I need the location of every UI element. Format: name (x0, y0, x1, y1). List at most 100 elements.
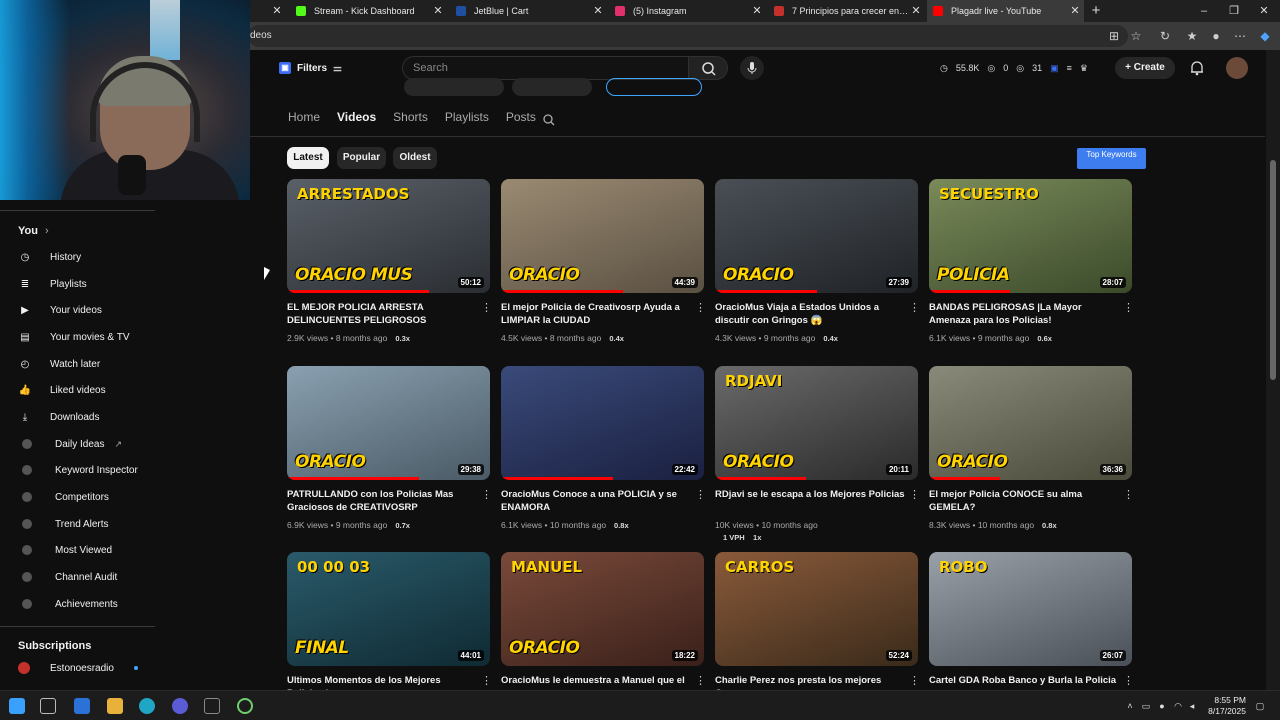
video-title[interactable]: Cartel GDA Roba Banco y Burla la Policia (929, 674, 1119, 687)
video-card[interactable]: MANUEL ORACIO 18:22 OracioMus le demuestra … (501, 552, 706, 687)
manage-videos-button[interactable] (512, 78, 592, 96)
sidebar-item-your-videos[interactable]: ▶ Your videos (18, 299, 154, 321)
video-title[interactable]: El mejor Policia de Creativosrp Ayuda a … (501, 301, 691, 327)
sidebar-item-movies[interactable]: ▤ Your movies & TV (18, 326, 154, 348)
tab-shorts[interactable]: Shorts (393, 110, 428, 132)
sidebar-item-most-viewed[interactable]: Most Viewed (18, 539, 154, 561)
notification-icon[interactable]: ▢ (1254, 700, 1266, 712)
search-input[interactable]: Search (402, 56, 688, 80)
trophy-icon[interactable]: ♛ (1080, 63, 1088, 74)
close-icon[interactable]: ✕ (750, 4, 764, 18)
more-icon[interactable]: ⋯ (1232, 28, 1248, 44)
video-card[interactable]: ROBO 26:07 Cartel GDA Roba Banco y Burla l… (929, 552, 1134, 687)
more-vert-icon[interactable]: ⋮ (481, 303, 492, 314)
chip-latest[interactable]: Latest (287, 147, 329, 169)
video-card[interactable]: RDJAVI ORACIO 20:11 RDjavi se le escapa a l… (715, 366, 920, 542)
favorites-icon[interactable]: ★ (1184, 28, 1200, 44)
video-thumbnail[interactable]: ORACIO 36:36 (929, 366, 1132, 480)
video-card[interactable]: ARRESTADOS ORACIO MUS 50:12 EL MEJOR POLICI… (287, 179, 492, 343)
scrollbar[interactable] (1266, 50, 1280, 690)
close-icon[interactable]: ✕ (1068, 4, 1082, 18)
video-thumbnail[interactable]: MANUEL ORACIO 18:22 (501, 552, 704, 666)
more-vert-icon[interactable]: ⋮ (481, 676, 492, 687)
top-keywords-button[interactable]: Top Keywords (1077, 148, 1146, 169)
video-title[interactable]: RDjavi se le escapa a los Mejores Polici… (715, 488, 905, 501)
video-title[interactable]: EL MEJOR POLICIA ARRESTA DELINCUENTES PE… (287, 301, 477, 327)
tab-partial[interactable]: ✕ (250, 0, 286, 22)
app-icon[interactable]: ⊞ (1106, 28, 1122, 44)
video-thumbnail[interactable]: ORACIO 27:39 (715, 179, 918, 293)
sidebar-item-daily-ideas[interactable]: Daily Ideas ↗ (18, 433, 154, 455)
video-thumbnail[interactable]: SECUESTRO POLICIA 28:07 (929, 179, 1132, 293)
close-icon[interactable]: ✕ (591, 4, 605, 18)
more-vert-icon[interactable]: ⋮ (1123, 490, 1134, 501)
obs-icon[interactable] (172, 698, 188, 714)
tab-videos[interactable]: Videos (337, 110, 376, 132)
video-thumbnail[interactable]: CARROS 52:24 (715, 552, 918, 666)
video-thumbnail[interactable]: ORACIO 44:39 (501, 179, 704, 293)
more-vert-icon[interactable]: ⋮ (695, 490, 706, 501)
window-close-button[interactable]: ✕ (1254, 2, 1274, 20)
store-icon[interactable] (74, 698, 90, 714)
refresh-icon[interactable]: ↻ (1157, 28, 1173, 44)
sidebar-item-history[interactable]: ◷ History (18, 246, 154, 268)
close-icon[interactable]: ✕ (909, 4, 923, 18)
file-explorer-icon[interactable] (107, 698, 123, 714)
sidebar-item-downloads[interactable]: ⤓ Downloads (18, 406, 154, 428)
video-title[interactable]: PATRULLANDO con los Policias Mas Gracios… (287, 488, 477, 514)
sidebar-item-achievements[interactable]: Achievements (18, 593, 154, 615)
tab-jetblue[interactable]: JetBlue | Cart ✕ (450, 0, 607, 22)
address-bar[interactable]: deos (248, 25, 1128, 47)
tab-posts[interactable]: Posts (506, 110, 536, 132)
video-card[interactable]: 22:42 OracioMus Conoce a una POLICIA y se… (501, 366, 706, 530)
chevron-up-icon[interactable]: ˄ (1124, 700, 1136, 712)
create-button[interactable]: + Create (1115, 57, 1175, 79)
extension-icon[interactable]: ▣ (1050, 63, 1059, 74)
menu-icon[interactable]: ≡ (1067, 63, 1072, 73)
video-card[interactable]: CARROS 52:24 Charlie Perez nos presta los … (715, 552, 920, 699)
close-icon[interactable]: ✕ (431, 4, 445, 18)
customize-channel-button[interactable] (404, 78, 504, 96)
sidebar-item-playlists[interactable]: ≣ Playlists (18, 273, 154, 295)
chip-popular[interactable]: Popular (337, 147, 386, 169)
tab-kick[interactable]: Stream - Kick Dashboard ✕ (290, 0, 447, 22)
video-card[interactable]: 00 00 03 FINAL 44:01 Ultimos Momentos de lo… (287, 552, 492, 699)
sidebar-item-channel-audit[interactable]: Channel Audit (18, 566, 154, 588)
sidebar-item-liked[interactable]: 👍 Liked videos (18, 379, 154, 401)
bell-icon[interactable] (1188, 59, 1206, 77)
more-vert-icon[interactable]: ⋮ (909, 676, 920, 687)
search-icon[interactable] (542, 113, 556, 127)
search-button[interactable] (688, 56, 728, 80)
more-vert-icon[interactable]: ⋮ (481, 490, 492, 501)
tab-playlists[interactable]: Playlists (445, 110, 489, 132)
more-vert-icon[interactable]: ⋮ (1123, 303, 1134, 314)
favorite-star-icon[interactable]: ☆ (1128, 28, 1144, 44)
wifi-icon[interactable]: ◠ (1172, 700, 1184, 712)
tab-principios[interactable]: 7 Principios para crecer en Redes ✕ (768, 0, 925, 22)
edge-icon[interactable] (139, 698, 155, 714)
video-title[interactable]: OracioMus Viaja a Estados Unidos a discu… (715, 301, 905, 327)
video-card[interactable]: ORACIO 29:38 PATRULLANDO con los Policias … (287, 366, 492, 530)
video-thumbnail[interactable]: RDJAVI ORACIO 20:11 (715, 366, 918, 480)
tab-youtube[interactable]: Plagadr live - YouTube ✕ (927, 0, 1084, 22)
video-thumbnail[interactable]: ARRESTADOS ORACIO MUS 50:12 (287, 179, 490, 293)
tab-instagram[interactable]: (5) Instagram ✕ (609, 0, 766, 22)
terminal-icon[interactable] (204, 698, 220, 714)
more-vert-icon[interactable]: ⋮ (1123, 676, 1134, 687)
filters-button[interactable]: ▣ Filters ⚌ (279, 57, 342, 79)
copilot-icon[interactable]: ◆ (1257, 28, 1273, 44)
task-view-icon[interactable] (40, 698, 56, 714)
video-thumbnail[interactable]: 00 00 03 FINAL 44:01 (287, 552, 490, 666)
chip-oldest[interactable]: Oldest (393, 147, 437, 169)
sidebar-you-heading[interactable]: You › (18, 225, 49, 237)
new-tab-button[interactable]: + (1088, 2, 1104, 20)
scrollbar-thumb[interactable] (1270, 160, 1276, 380)
more-vert-icon[interactable]: ⋮ (909, 490, 920, 501)
screen-icon[interactable]: ▭ (1140, 700, 1152, 712)
minimize-button[interactable]: – (1194, 2, 1214, 20)
more-vert-icon[interactable]: ⋮ (695, 676, 706, 687)
video-thumbnail[interactable]: ROBO 26:07 (929, 552, 1132, 666)
sidebar-item-keyword-inspector[interactable]: Keyword Inspector (18, 459, 154, 481)
video-card[interactable]: ORACIO 27:39 OracioMus Viaja a Estados Uni… (715, 179, 920, 343)
video-card[interactable]: ORACIO 44:39 El mejor Policia de Creativos… (501, 179, 706, 343)
